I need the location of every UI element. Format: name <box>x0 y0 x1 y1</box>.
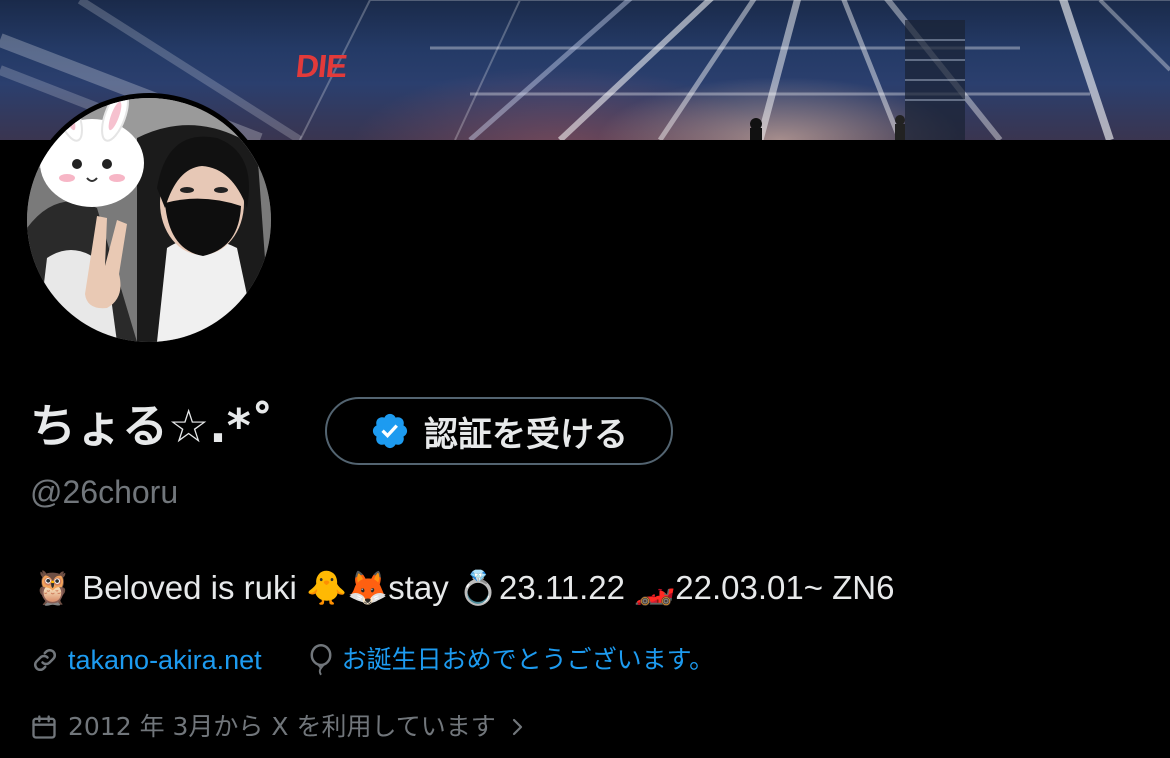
profile-avatar[interactable] <box>22 93 276 347</box>
user-handle: @26choru <box>30 474 179 510</box>
get-verified-label: 認証を受ける <box>424 414 628 455</box>
website-link[interactable]: takano-akira.net <box>68 642 262 678</box>
avatar-photo <box>27 98 271 342</box>
balloon-icon <box>310 644 332 676</box>
verified-badge-icon <box>372 413 408 449</box>
profile-bio: 🦉 Beloved is ruki 🐥🦊stay 💍23.11.22 🏎️22.… <box>32 569 895 606</box>
joined-date-text: 2012 年 3月から X を利用しています <box>68 712 496 741</box>
chevron-right-icon[interactable] <box>510 715 526 739</box>
get-verified-button[interactable]: 認証を受ける <box>325 397 673 465</box>
profile-meta-links: takano-akira.net お誕生日おめでとうございます。 <box>30 642 714 678</box>
display-name: ちょる☆.*˚ <box>30 399 274 453</box>
joined-date-row[interactable]: 2012 年 3月から X を利用しています <box>30 709 526 745</box>
banner-sign: DIE <box>294 48 349 84</box>
calendar-icon <box>32 715 56 739</box>
link-icon <box>33 648 57 672</box>
birthday-text[interactable]: お誕生日おめでとうございます。 <box>342 642 715 678</box>
